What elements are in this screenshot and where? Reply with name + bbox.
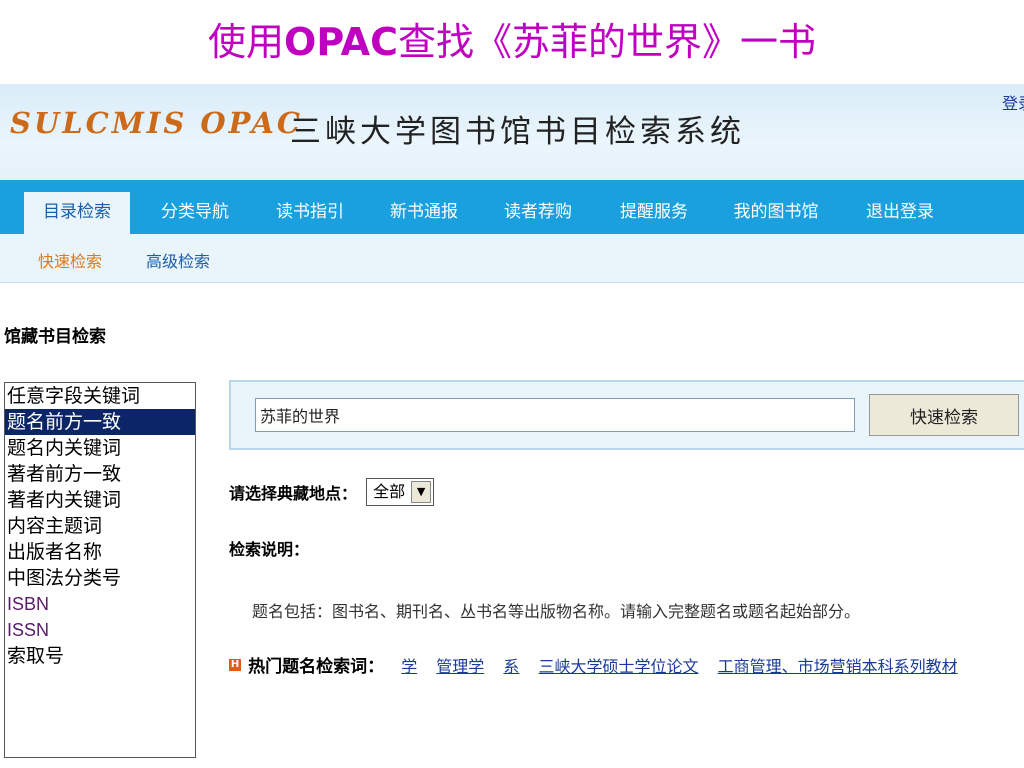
field-option-selected[interactable]: 题名前方一致 <box>5 409 195 435</box>
main-nav: 目录检索 分类导航 读书指引 新书通报 读者荐购 提醒服务 我的图书馆 退出登录 <box>0 180 1024 234</box>
hot-term-link[interactable]: 工商管理、市场营销本科系列教材 <box>718 657 958 676</box>
field-option[interactable]: 索取号 <box>5 643 195 669</box>
search-input[interactable] <box>255 398 855 432</box>
section-heading: 馆藏书目检索 <box>4 327 106 347</box>
field-option[interactable]: 著者内关键词 <box>5 487 195 513</box>
hot-terms-label: 热门题名检索词： <box>248 657 385 677</box>
field-option[interactable]: 内容主题词 <box>5 513 195 539</box>
location-label: 请选择典藏地点： <box>229 484 358 503</box>
location-row: 请选择典藏地点： 全部 ▼ <box>229 478 435 506</box>
field-option[interactable]: ISSN <box>5 617 195 643</box>
nav-item-my-library[interactable]: 我的图书馆 <box>718 192 834 234</box>
nav-item-logout[interactable]: 退出登录 <box>850 192 950 234</box>
search-panel: 快速检索 <box>229 380 1024 450</box>
slide-title-bold: OPAC <box>284 20 398 64</box>
field-option[interactable]: ISBN <box>5 591 195 617</box>
help-text: 题名包括：图书名、期刊名、丛书名等出版物名称。请输入完整题名或题名起始部分。 <box>252 602 861 621</box>
field-option[interactable]: 出版者名称 <box>5 539 195 565</box>
login-link[interactable]: 登录 <box>1002 90 1024 114</box>
opac-header: SULCMIS OPAC 三峡大学图书馆书目检索系统 登录 <box>0 84 1024 180</box>
location-select-value: 全部 <box>373 482 406 501</box>
sub-nav: 快速检索 高级检索 <box>0 234 1024 283</box>
location-select[interactable]: 全部 ▼ <box>366 478 435 506</box>
nav-item-recommend[interactable]: 读者荐购 <box>488 192 588 234</box>
dropdown-arrow-icon[interactable]: ▼ <box>411 481 432 503</box>
system-title: 三峡大学图书馆书目检索系统 <box>290 114 745 150</box>
field-option[interactable]: 中图法分类号 <box>5 565 195 591</box>
slide-title: 使用OPAC查找《苏菲的世界》一书 <box>0 14 1024 70</box>
subnav-advanced-search[interactable]: 高级检索 <box>146 248 210 272</box>
quick-search-button[interactable]: 快速检索 <box>869 394 1019 436</box>
hot-term-link[interactable]: 学 <box>401 657 417 676</box>
nav-item-reading-guide[interactable]: 读书指引 <box>260 192 360 234</box>
nav-item-new-books[interactable]: 新书通报 <box>374 192 474 234</box>
nav-item-catalog-search[interactable]: 目录检索 <box>24 192 130 234</box>
nav-item-reminder[interactable]: 提醒服务 <box>604 192 704 234</box>
hot-icon: H <box>229 658 241 671</box>
search-field-list[interactable]: 任意字段关键词 题名前方一致 题名内关键词 著者前方一致 著者内关键词 内容主题… <box>4 382 196 758</box>
field-option[interactable]: 任意字段关键词 <box>5 383 195 409</box>
slide-title-suffix: 查找《苏菲的世界》一书 <box>397 20 816 64</box>
hot-term-link[interactable]: 三峡大学硕士学位论文 <box>539 657 699 676</box>
nav-item-classification[interactable]: 分类导航 <box>145 192 245 234</box>
field-option[interactable]: 题名内关键词 <box>5 435 195 461</box>
hot-term-link[interactable]: 系 <box>503 657 519 676</box>
field-option[interactable]: 著者前方一致 <box>5 461 195 487</box>
subnav-quick-search[interactable]: 快速检索 <box>38 248 102 272</box>
slide-title-prefix: 使用 <box>208 20 285 64</box>
help-heading: 检索说明： <box>229 540 310 559</box>
hot-term-link[interactable]: 管理学 <box>436 657 484 676</box>
hot-terms-row: H 热门题名检索词： 学 管理学 系 三峡大学硕士学位论文 工商管理、市场营销本… <box>229 652 972 677</box>
opac-logo: SULCMIS OPAC <box>10 106 303 140</box>
